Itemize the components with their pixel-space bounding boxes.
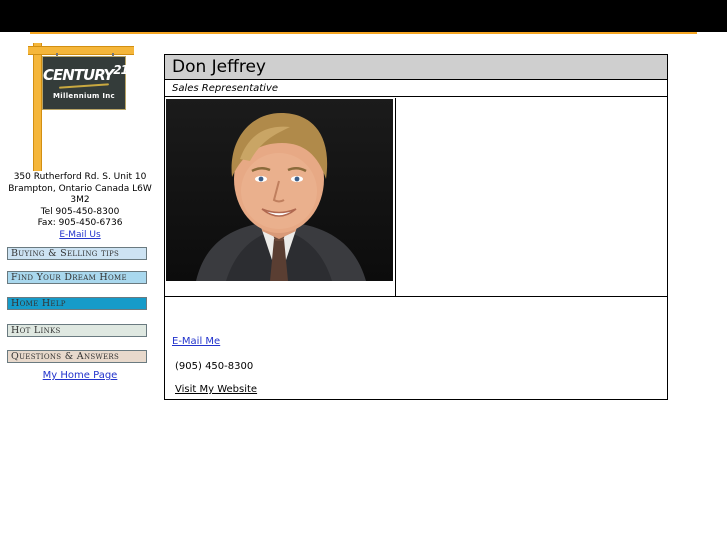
agent-phone: (905) 450-8300 [175, 361, 254, 372]
nav-hot-links[interactable]: Hot Links [7, 324, 147, 337]
top-accent-line [30, 32, 697, 34]
office-address-block: 350 Rutherford Rd. S. Unit 10 Brampton, … [4, 172, 156, 242]
nav-buying-selling-tips[interactable]: Buying & Selling tips [7, 247, 147, 260]
top-banner [0, 0, 727, 32]
sign-arm [28, 46, 134, 55]
sign-post [33, 43, 42, 171]
nav-home-help[interactable]: Home Help [7, 297, 147, 310]
address-line: 350 Rutherford Rd. S. Unit 10 [13, 172, 147, 182]
agent-title: Sales Representative [165, 81, 667, 97]
office-tel: Tel 905-450-8300 [40, 206, 120, 217]
agent-photo [166, 99, 393, 281]
address-city: Brampton, Ontario Canada L6W 3M2 [8, 183, 152, 206]
century21-logo: CENTURY21 Millennium Inc [42, 56, 129, 110]
email-me-link[interactable]: E-Mail Me [172, 336, 220, 347]
logo-wordmark: CENTURY21 [43, 63, 129, 84]
card-divider [165, 296, 667, 297]
visit-website-link[interactable]: Visit My Website [175, 384, 257, 395]
logo-brand-number: 21 [113, 63, 129, 77]
nav-find-dream-home[interactable]: Find Your Dream Home [7, 271, 147, 284]
photo-cell [165, 98, 396, 296]
nav-questions-answers[interactable]: Questions & Answers [7, 350, 147, 363]
agent-name: Don Jeffrey [165, 55, 667, 80]
agent-profile-card: Don Jeffrey Sales Representative E-Mail … [164, 54, 668, 400]
logo-brand: CENTURY [43, 66, 114, 84]
office-fax: Fax: 905-450-6736 [37, 218, 123, 229]
my-home-page-link[interactable]: My Home Page [4, 370, 156, 381]
logo-swoosh [58, 83, 110, 89]
info-cell [396, 98, 667, 296]
email-us-link[interactable]: E-Mail Us [59, 230, 100, 240]
logo-subtitle: Millennium Inc [53, 92, 115, 100]
